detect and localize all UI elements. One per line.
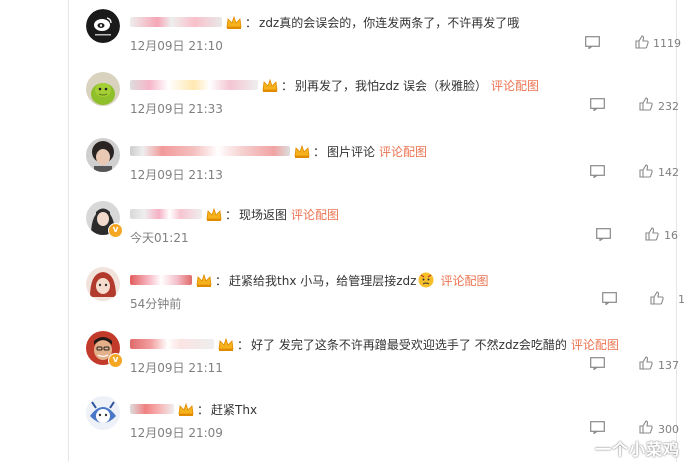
like-count: 232 — [658, 100, 679, 113]
comment-line: ： zdz真的会误会的，你连发两条了，不许再发了哦 — [130, 13, 519, 31]
crown-badge-icon — [218, 337, 234, 351]
comment-line: ： 好了 发完了这条不许再蹭最受欢迎选手了 不然zdz会吃醋的 评论配图 — [130, 335, 619, 353]
comment-text: 别再发了，我怕zdz 误会（秋雅脸） — [295, 78, 488, 93]
avatar-image — [86, 138, 120, 172]
crown-badge-icon — [294, 144, 310, 158]
avatar[interactable] — [86, 138, 120, 172]
like-count: 16 — [664, 229, 678, 242]
comment-image-link[interactable]: 评论配图 — [379, 143, 427, 160]
crown-badge-icon — [196, 273, 212, 287]
verified-badge-icon: v — [108, 353, 123, 368]
like-icon[interactable] — [639, 420, 653, 434]
avatar[interactable]: v — [86, 201, 123, 238]
crown-badge-icon — [226, 15, 242, 29]
username[interactable] — [130, 209, 202, 219]
like-icon[interactable] — [650, 291, 664, 305]
like-icon[interactable] — [639, 97, 653, 111]
avatar[interactable] — [86, 72, 120, 106]
avatar[interactable] — [86, 396, 120, 430]
crown-badge-icon — [262, 78, 278, 92]
like-icon[interactable] — [639, 356, 653, 370]
crown-badge-icon — [178, 402, 194, 416]
avatar[interactable] — [86, 9, 120, 43]
comment-image-link[interactable]: 评论配图 — [491, 77, 539, 94]
like-count: 142 — [658, 166, 679, 179]
comment-text: zdz真的会误会的，你连发两条了，不许再发了哦 — [259, 15, 520, 30]
comment-image-link[interactable]: 评论配图 — [291, 206, 339, 223]
comment-time: 12月09日 21:13 — [130, 168, 223, 182]
comment-text: 赶紧Thx — [211, 402, 258, 417]
like-icon[interactable] — [645, 227, 659, 241]
avatar-image — [86, 396, 120, 430]
username[interactable] — [130, 275, 192, 285]
reply-icon[interactable] — [590, 357, 605, 370]
like-icon[interactable] — [635, 35, 649, 49]
like-count: 137 — [658, 359, 679, 372]
crown-badge-icon — [206, 207, 222, 221]
reply-icon[interactable] — [602, 292, 617, 305]
comment-line: ： 赶紧给我thx 小马，给管理层接zdz 评论配图 — [130, 271, 488, 289]
avatar[interactable] — [86, 267, 120, 301]
verified-badge-icon: v — [108, 223, 123, 238]
comment-time: 今天01:21 — [130, 231, 189, 245]
comment-text: 现场返图 — [239, 207, 288, 222]
username[interactable] — [130, 17, 222, 27]
avatar-image — [86, 267, 120, 301]
comment-line: ： 图片评论 评论配图 — [130, 142, 427, 160]
like-count: 300 — [658, 423, 679, 436]
watermark: 一个小菜鸡 — [594, 440, 680, 459]
like-icon[interactable] — [639, 164, 653, 178]
username[interactable] — [130, 80, 258, 90]
comment-time: 12月09日 21:09 — [130, 426, 223, 440]
left-border — [68, 0, 69, 462]
avatar[interactable]: v — [86, 331, 123, 368]
like-count: 1 — [678, 293, 685, 306]
reply-icon[interactable] — [590, 421, 605, 434]
comment-image-link[interactable]: 评论配图 — [440, 272, 488, 289]
comment-time: 12月09日 21:10 — [130, 39, 223, 53]
comment-line: ： 赶紧Thx — [130, 400, 257, 418]
reply-icon[interactable] — [596, 228, 611, 241]
angry-emoji-icon — [418, 272, 434, 288]
comment-time: 54分钟前 — [130, 297, 182, 311]
username[interactable] — [130, 146, 290, 156]
comment-time: 12月09日 21:33 — [130, 102, 223, 116]
comment-text: 赶紧给我thx 小马，给管理层接zdz — [229, 273, 417, 288]
comment-line: ： 别再发了，我怕zdz 误会（秋雅脸） 评论配图 — [130, 76, 539, 94]
avatar-image — [86, 72, 120, 106]
reply-icon[interactable] — [590, 98, 605, 111]
comment-time: 12月09日 21:11 — [130, 361, 223, 375]
comment-text: 图片评论 — [327, 144, 376, 159]
comment-text: 好了 发完了这条不许再蹭最受欢迎选手了 不然zdz会吃醋的 — [251, 337, 567, 352]
reply-icon[interactable] — [585, 36, 600, 49]
comment-image-link[interactable]: 评论配图 — [571, 336, 619, 353]
reply-icon[interactable] — [590, 165, 605, 178]
username[interactable] — [130, 404, 174, 414]
like-count: 1119 — [653, 37, 681, 50]
weibo-logo-icon — [86, 9, 120, 43]
username[interactable] — [130, 339, 214, 349]
comment-line: ： 现场返图 评论配图 — [130, 205, 339, 223]
